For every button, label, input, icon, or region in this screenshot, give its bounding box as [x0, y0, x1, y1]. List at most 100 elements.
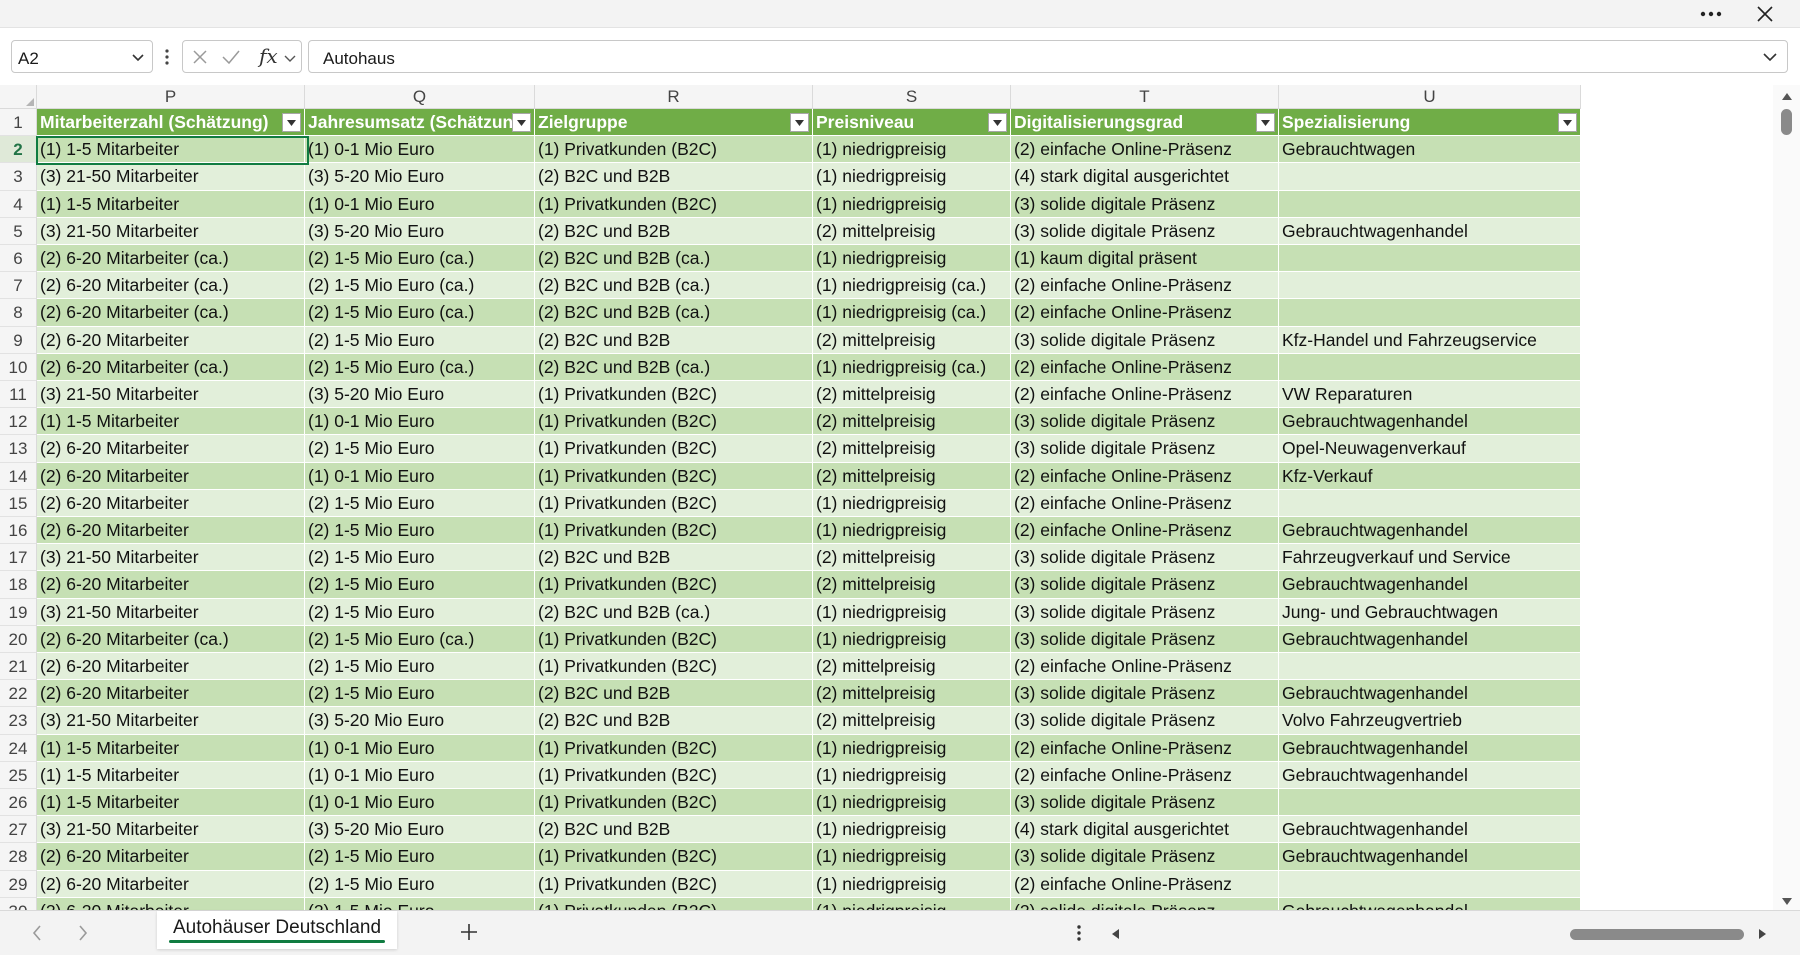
row-header[interactable]: 28	[0, 843, 37, 871]
table-cell[interactable]: (2) 1-5 Mio Euro (ca.)	[305, 299, 535, 327]
table-cell[interactable]: (1) niedrigpreisig	[813, 625, 1011, 653]
table-header-cell[interactable]: Spezialisierung	[1279, 109, 1581, 137]
table-cell[interactable]: (1) niedrigpreisig	[813, 489, 1011, 517]
table-cell[interactable]: Gebrauchtwagenhandel	[1279, 816, 1581, 844]
select-all-corner[interactable]	[0, 85, 37, 109]
table-cell[interactable]: (2) einfache Online-Präsenz	[1011, 272, 1279, 300]
table-cell[interactable]: Kfz-Handel und Fahrzeugservice	[1279, 326, 1581, 354]
table-cell[interactable]: (2) einfache Online-Präsenz	[1011, 870, 1279, 898]
cancel-entry-button[interactable]	[189, 46, 211, 68]
table-cell[interactable]: (1) Privatkunden (B2C)	[535, 843, 813, 871]
table-cell[interactable]: (1) niedrigpreisig	[813, 598, 1011, 626]
table-cell[interactable]: (2) einfache Online-Präsenz	[1011, 517, 1279, 545]
table-cell[interactable]: (3) solide digitale Präsenz	[1011, 625, 1279, 653]
table-cell[interactable]	[1279, 870, 1581, 898]
table-cell[interactable]: (2) einfache Online-Präsenz	[1011, 353, 1279, 381]
row-header[interactable]: 8	[0, 299, 37, 327]
horizontal-scrollbar[interactable]	[1108, 923, 1770, 945]
expand-formula-icon[interactable]	[1761, 49, 1779, 65]
row-header[interactable]: 24	[0, 734, 37, 762]
table-cell[interactable]: (1) 1-5 Mitarbeiter	[37, 734, 305, 762]
table-cell[interactable]: (2) 6-20 Mitarbeiter	[37, 462, 305, 490]
add-sheet-icon[interactable]	[458, 921, 480, 943]
table-cell[interactable]: (1) 0-1 Mio Euro	[305, 734, 535, 762]
table-cell[interactable]: (1) Privatkunden (B2C)	[535, 653, 813, 681]
table-cell[interactable]: (2) B2C und B2B	[535, 217, 813, 245]
column-header-p[interactable]: P	[37, 85, 305, 109]
table-cell[interactable]: (2) B2C und B2B (ca.)	[535, 598, 813, 626]
table-cell[interactable]: (3) solide digitale Präsenz	[1011, 544, 1279, 572]
row-header[interactable]: 1	[0, 109, 37, 137]
table-cell[interactable]: (2) 6-20 Mitarbeiter (ca.)	[37, 299, 305, 327]
table-cell[interactable]: (1) niedrigpreisig	[813, 190, 1011, 218]
table-cell[interactable]: (3) 21-50 Mitarbeiter	[37, 381, 305, 409]
table-cell[interactable]: (1) Privatkunden (B2C)	[535, 489, 813, 517]
table-header-cell[interactable]: Preisniveau	[813, 109, 1011, 137]
table-cell[interactable]: (2) mittelpreisig	[813, 217, 1011, 245]
table-cell[interactable]: (2) B2C und B2B (ca.)	[535, 353, 813, 381]
table-cell[interactable]: (1) 1-5 Mitarbeiter	[37, 761, 305, 789]
table-cell[interactable]: (2) 1-5 Mio Euro (ca.)	[305, 245, 535, 273]
table-cell[interactable]: (2) 1-5 Mio Euro	[305, 680, 535, 708]
table-cell[interactable]: (3) 5-20 Mio Euro	[305, 381, 535, 409]
table-cell[interactable]: (3) solide digitale Präsenz	[1011, 789, 1279, 817]
table-cell[interactable]: (2) B2C und B2B	[535, 163, 813, 191]
table-cell[interactable]: (2) mittelpreisig	[813, 544, 1011, 572]
table-cell[interactable]: Gebrauchtwagen	[1279, 136, 1581, 164]
table-cell[interactable]: (1) niedrigpreisig	[813, 816, 1011, 844]
table-cell[interactable]: (1) Privatkunden (B2C)	[535, 462, 813, 490]
table-cell[interactable]: (2) 6-20 Mitarbeiter	[37, 435, 305, 463]
table-cell[interactable]: (2) einfache Online-Präsenz	[1011, 136, 1279, 164]
scroll-left-icon[interactable]	[1110, 928, 1120, 940]
table-cell[interactable]: (2) 6-20 Mitarbeiter (ca.)	[37, 245, 305, 273]
row-header[interactable]: 29	[0, 870, 37, 898]
row-header[interactable]: 10	[0, 353, 37, 381]
name-box[interactable]: A2	[11, 40, 153, 73]
table-cell[interactable]: (2) B2C und B2B (ca.)	[535, 299, 813, 327]
table-cell[interactable]: (1) Privatkunden (B2C)	[535, 190, 813, 218]
table-cell[interactable]: Gebrauchtwagenhandel	[1279, 217, 1581, 245]
vertical-scroll-thumb[interactable]	[1781, 109, 1792, 135]
table-cell[interactable]: (2) 1-5 Mio Euro	[305, 571, 535, 599]
table-cell[interactable]: Gebrauchtwagenhandel	[1279, 761, 1581, 789]
table-cell[interactable]: (3) 21-50 Mitarbeiter	[37, 707, 305, 735]
table-cell[interactable]: Gebrauchtwagenhandel	[1279, 571, 1581, 599]
column-header-r[interactable]: R	[535, 85, 813, 109]
table-cell[interactable]	[1279, 789, 1581, 817]
filter-dropdown-button[interactable]	[1558, 113, 1577, 132]
table-cell[interactable]: (2) einfache Online-Präsenz	[1011, 761, 1279, 789]
row-header[interactable]: 11	[0, 381, 37, 409]
table-cell[interactable]: (1) Privatkunden (B2C)	[535, 761, 813, 789]
table-cell[interactable]: (1) niedrigpreisig	[813, 163, 1011, 191]
table-cell[interactable]: (3) solide digitale Präsenz	[1011, 843, 1279, 871]
table-cell[interactable]: (2) 1-5 Mio Euro (ca.)	[305, 272, 535, 300]
table-cell[interactable]: (2) mittelpreisig	[813, 707, 1011, 735]
formula-input[interactable]: Autohaus	[308, 40, 1788, 73]
table-cell[interactable]: (1) niedrigpreisig (ca.)	[813, 299, 1011, 327]
table-cell[interactable]: (2) mittelpreisig	[813, 653, 1011, 681]
row-header[interactable]: 19	[0, 598, 37, 626]
row-header[interactable]: 9	[0, 326, 37, 354]
table-cell[interactable]: (1) niedrigpreisig (ca.)	[813, 353, 1011, 381]
table-cell[interactable]	[1279, 245, 1581, 273]
table-cell[interactable]: (2) 6-20 Mitarbeiter	[37, 326, 305, 354]
filter-dropdown-button[interactable]	[512, 113, 531, 132]
table-cell[interactable]: (1) Privatkunden (B2C)	[535, 136, 813, 164]
table-cell[interactable]: (2) mittelpreisig	[813, 680, 1011, 708]
table-header-cell[interactable]: Zielgruppe	[535, 109, 813, 137]
table-cell[interactable]: (2) 6-20 Mitarbeiter	[37, 870, 305, 898]
more-vertical-icon[interactable]	[1076, 923, 1082, 943]
previous-sheet-icon[interactable]	[30, 923, 44, 943]
table-cell[interactable]: Kfz-Verkauf	[1279, 462, 1581, 490]
scroll-down-icon[interactable]	[1781, 897, 1793, 907]
table-cell[interactable]: (2) einfache Online-Präsenz	[1011, 381, 1279, 409]
table-cell[interactable]: (3) 5-20 Mio Euro	[305, 163, 535, 191]
table-cell[interactable]: (3) solide digitale Präsenz	[1011, 326, 1279, 354]
table-cell[interactable]: Gebrauchtwagenhandel	[1279, 843, 1581, 871]
table-cell[interactable]: (1) niedrigpreisig	[813, 734, 1011, 762]
table-cell[interactable]: (2) 1-5 Mio Euro (ca.)	[305, 625, 535, 653]
table-cell[interactable]: (3) solide digitale Präsenz	[1011, 190, 1279, 218]
table-cell[interactable]: Gebrauchtwagenhandel	[1279, 408, 1581, 436]
table-cell[interactable]: (3) solide digitale Präsenz	[1011, 598, 1279, 626]
table-cell[interactable]: (1) Privatkunden (B2C)	[535, 870, 813, 898]
